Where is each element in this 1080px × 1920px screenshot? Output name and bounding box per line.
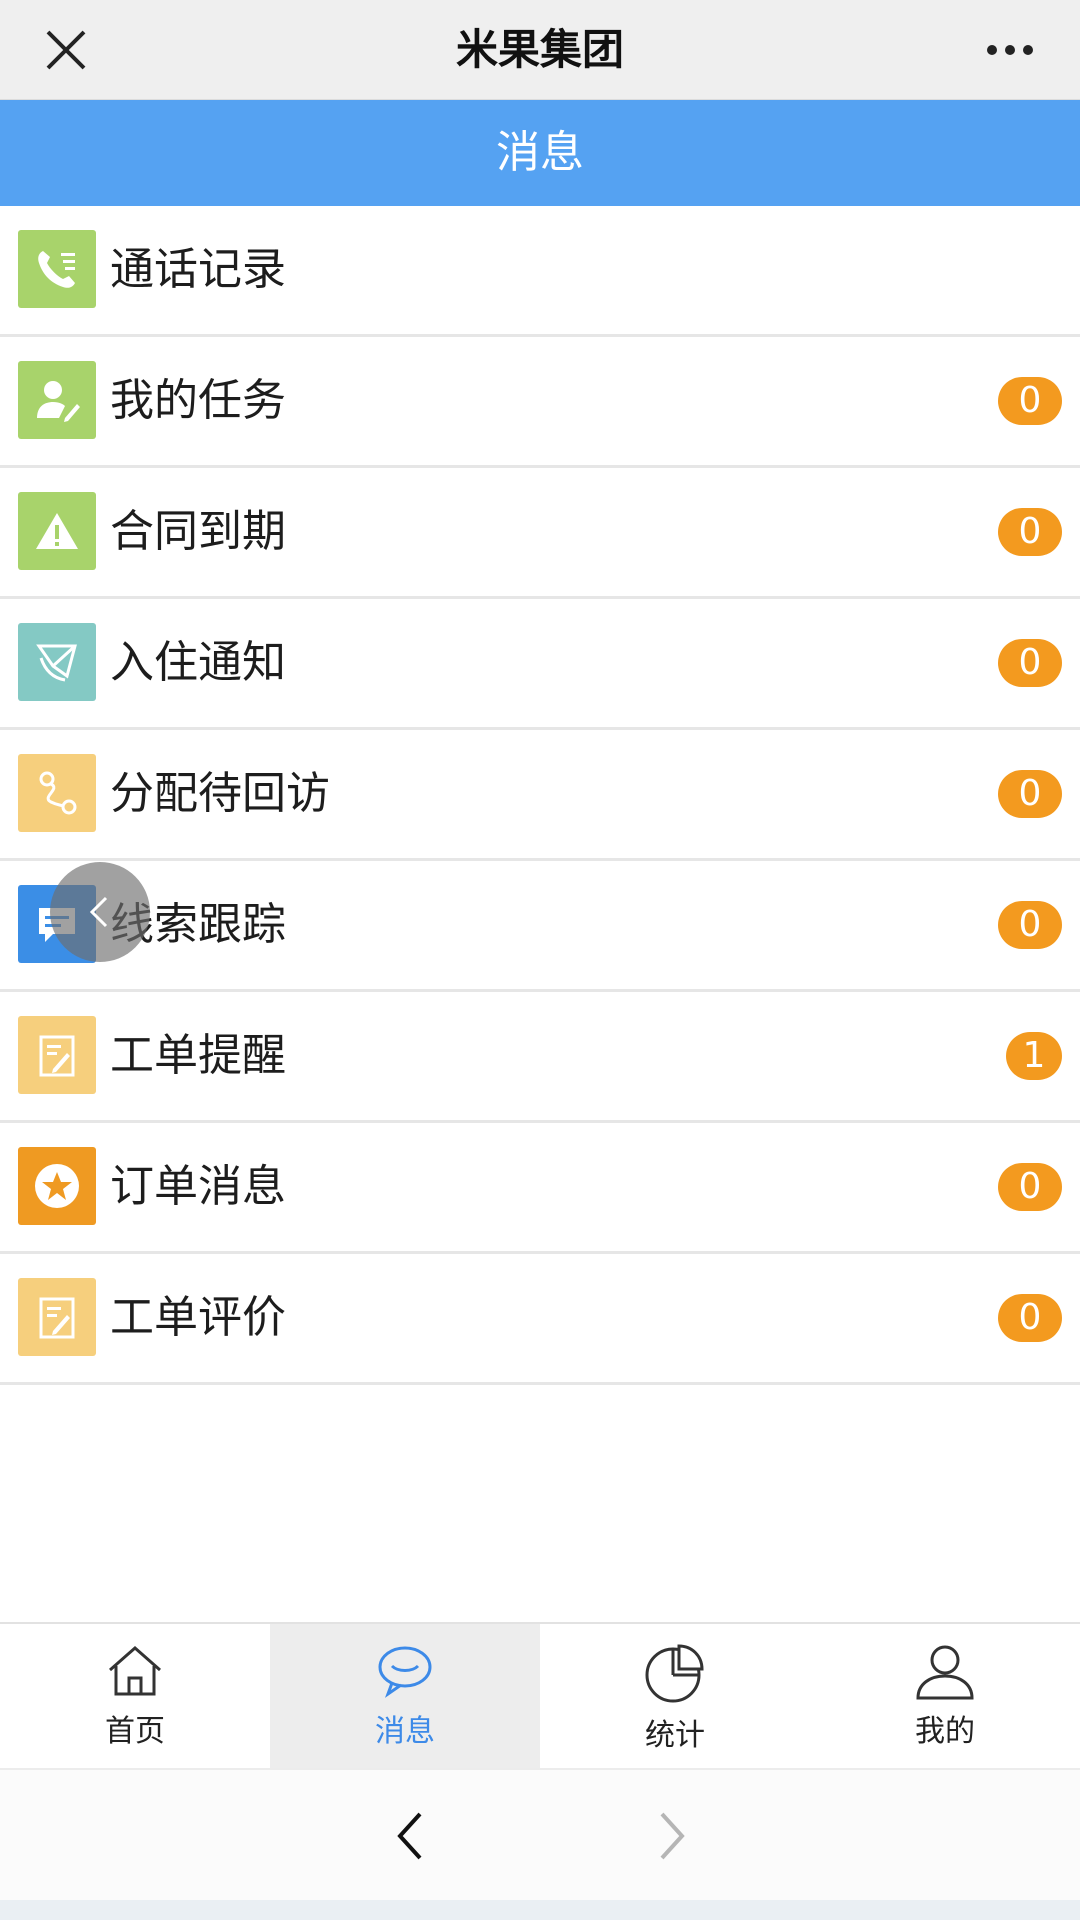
paper-plane-icon: [18, 623, 96, 701]
floating-back-button[interactable]: [50, 862, 150, 962]
list-item-label: 入住通知: [110, 637, 286, 688]
list-item-label: 工单提醒: [110, 1030, 286, 1081]
list-item-label: 分配待回访: [110, 768, 330, 819]
more-icon-dot: [1005, 45, 1015, 55]
browser-back-button[interactable]: [380, 1806, 440, 1866]
more-icon-dot: [1023, 45, 1033, 55]
star-icon: [18, 1147, 96, 1225]
list-item-label: 合同到期: [110, 506, 286, 557]
list-item-work-order-review[interactable]: 工单评价 0: [0, 1254, 1080, 1385]
list-item-work-order-reminder[interactable]: 工单提醒 1: [0, 992, 1080, 1123]
phone-list-icon: [18, 230, 96, 308]
list-item-checkin-notice[interactable]: 入住通知 0: [0, 599, 1080, 730]
edit-document-icon: [18, 1016, 96, 1094]
list-item-my-tasks[interactable]: 我的任务 0: [0, 337, 1080, 468]
list-item-label: 通话记录: [110, 244, 286, 295]
list-item-lead-tracking[interactable]: 线索跟踪 0: [0, 861, 1080, 992]
tab-messages[interactable]: 消息: [270, 1624, 540, 1768]
app-title: 米果集团: [455, 25, 624, 74]
more-icon-dot: [987, 45, 997, 55]
count-badge: 0: [998, 508, 1062, 556]
browser-nav-bar: [0, 1768, 1080, 1900]
list-item-assign-revisit[interactable]: 分配待回访 0: [0, 730, 1080, 861]
list-item-label: 工单评价: [110, 1292, 286, 1343]
warning-icon: [18, 492, 96, 570]
chevron-left-icon: [89, 896, 108, 928]
tab-statistics[interactable]: 统计: [540, 1624, 810, 1768]
page-title: 消息: [0, 100, 1080, 206]
user-icon: [916, 1645, 974, 1700]
chevron-left-icon: [397, 1812, 422, 1860]
count-badge: 0: [998, 901, 1062, 949]
bottom-strip: [0, 1900, 1080, 1920]
tab-home[interactable]: 首页: [0, 1624, 270, 1768]
tab-label: 我的: [915, 1714, 975, 1749]
count-badge: 0: [998, 770, 1062, 818]
count-badge: 0: [998, 1294, 1062, 1342]
message-list: 通话记录 我的任务 0 合同到期 0 入住通知 0 分配待回访 0 线索跟踪 0…: [0, 206, 1080, 1385]
user-edit-icon: [18, 361, 96, 439]
count-badge: 1: [1006, 1032, 1062, 1080]
tab-label: 消息: [375, 1714, 435, 1749]
home-icon: [109, 1646, 161, 1696]
chat-icon: [378, 1646, 432, 1698]
tab-mine[interactable]: 我的: [810, 1624, 1080, 1768]
route-icon: [18, 754, 96, 832]
count-badge: 0: [998, 1163, 1062, 1211]
tab-label: 首页: [105, 1714, 165, 1749]
chevron-right-icon: [660, 1812, 685, 1860]
list-item-label: 订单消息: [110, 1161, 286, 1212]
browser-forward-button[interactable]: [642, 1806, 702, 1866]
more-button[interactable]: [970, 20, 1050, 80]
pie-chart-icon: [645, 1644, 704, 1703]
list-item-order-messages[interactable]: 订单消息 0: [0, 1123, 1080, 1254]
top-bar: 米果集团: [0, 0, 1080, 100]
list-item-contract-expiry[interactable]: 合同到期 0: [0, 468, 1080, 599]
list-item-call-records[interactable]: 通话记录: [0, 206, 1080, 337]
list-item-label: 我的任务: [110, 375, 286, 426]
count-badge: 0: [998, 377, 1062, 425]
bottom-tab-bar: 首页 消息 统计 我的: [0, 1622, 1080, 1768]
tab-label: 统计: [645, 1718, 705, 1753]
edit-document-icon: [18, 1278, 96, 1356]
count-badge: 0: [998, 639, 1062, 687]
